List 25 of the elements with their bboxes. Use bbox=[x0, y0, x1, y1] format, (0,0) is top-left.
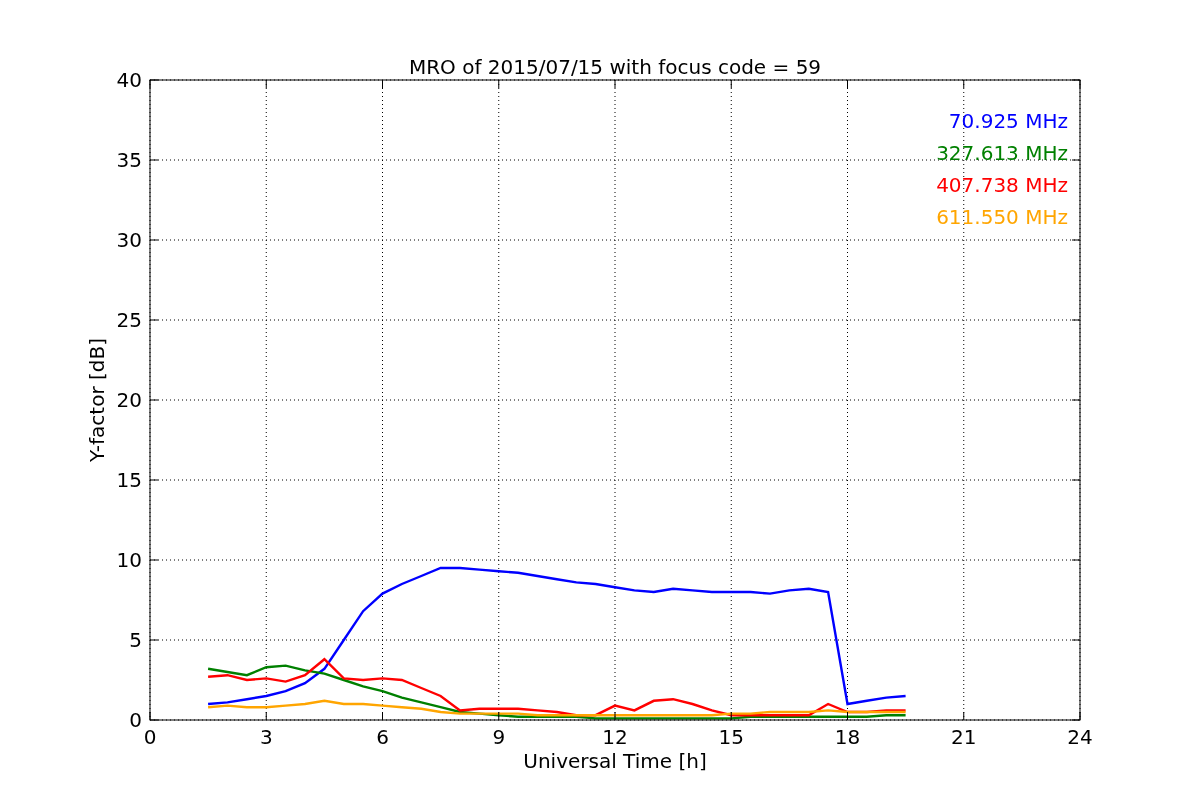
y-tick-label: 25 bbox=[116, 308, 142, 332]
y-tick-label: 15 bbox=[116, 468, 142, 492]
x-tick-label: 9 bbox=[492, 725, 506, 749]
y-tick-label: 5 bbox=[129, 628, 142, 652]
y-tick-label: 30 bbox=[116, 228, 142, 252]
legend-label: 327.613 MHz bbox=[936, 141, 1068, 165]
x-tick-label: 15 bbox=[718, 725, 744, 749]
x-tick-label: 12 bbox=[602, 725, 628, 749]
legend-label: 70.925 MHz bbox=[948, 109, 1068, 133]
x-tick-label: 18 bbox=[834, 725, 861, 749]
y-tick-label: 40 bbox=[116, 68, 142, 92]
x-tick-label: 0 bbox=[143, 725, 157, 749]
y-tick-label: 35 bbox=[116, 148, 142, 172]
legend-label: 407.738 MHz bbox=[936, 173, 1068, 197]
x-axis-label: Universal Time [h] bbox=[523, 749, 707, 773]
x-tick-label: 21 bbox=[951, 725, 977, 749]
y-tick-label: 10 bbox=[116, 548, 142, 572]
y-tick-label: 0 bbox=[129, 708, 142, 732]
legend-label: 611.550 MHz bbox=[936, 205, 1068, 229]
chart-title: MRO of 2015/07/15 with focus code = 59 bbox=[408, 55, 822, 79]
x-tick-label: 6 bbox=[376, 725, 389, 749]
x-tick-label: 24 bbox=[1067, 725, 1093, 749]
y-axis-label: Y-factor [dB] bbox=[85, 338, 109, 462]
y-tick-label: 20 bbox=[116, 388, 142, 412]
x-tick-label: 3 bbox=[259, 725, 273, 749]
